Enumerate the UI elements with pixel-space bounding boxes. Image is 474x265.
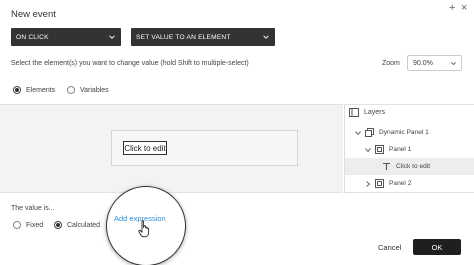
text-icon: [383, 162, 390, 170]
value-is-label: The value is...: [11, 205, 55, 212]
new-event-dialog: New event + × ON CLICK SET VALUE TO AN E…: [0, 0, 474, 265]
cancel-button[interactable]: Cancel: [378, 243, 401, 252]
chevron-down-icon: [109, 35, 115, 39]
layer-label: Click to edit: [396, 163, 431, 170]
event-trigger-value: ON CLICK: [16, 33, 49, 41]
radio-calculated-label: Calculated: [67, 221, 101, 229]
radio-elements[interactable]: Elements: [13, 86, 55, 94]
dialog-title: New event: [11, 9, 56, 20]
layer-label: Panel 2: [389, 180, 412, 187]
ok-button[interactable]: OK: [413, 239, 461, 255]
panel-icon: [375, 179, 384, 188]
zoom-select[interactable]: 90.0%: [407, 55, 462, 71]
layer-item-dynamic-panel-1[interactable]: Dynamic Panel 1: [345, 124, 474, 141]
radio-calculated[interactable]: Calculated: [54, 221, 100, 229]
layer-item-panel-1[interactable]: Panel 1: [345, 141, 474, 158]
zoom-label: Zoom: [382, 60, 400, 67]
radio-selected-icon: [13, 86, 21, 94]
layers-title: Layers: [364, 109, 386, 116]
action-dropdown[interactable]: SET VALUE TO AN ELEMENT: [131, 28, 275, 46]
radio-variables[interactable]: Variables: [67, 86, 109, 94]
radio-unselected-icon: [67, 86, 75, 94]
hand-cursor-icon: [138, 220, 150, 238]
layers-icon: [349, 108, 359, 117]
radio-variables-label: Variables: [80, 86, 109, 94]
layer-label: Dynamic Panel 1: [379, 129, 429, 136]
layer-label: Panel 1: [389, 146, 412, 153]
zoom-value: 90.0%: [413, 59, 433, 67]
chevron-down-icon: [451, 62, 456, 66]
close-icon[interactable]: ×: [461, 3, 467, 14]
event-trigger-dropdown[interactable]: ON CLICK: [11, 28, 121, 46]
selection-instruction: Select the element(s) you want to change…: [11, 60, 249, 67]
chevron-down-icon: [263, 35, 269, 39]
radio-selected-icon: [54, 221, 62, 229]
canvas-text-element[interactable]: Click to edit: [123, 141, 167, 155]
radio-fixed-label: Fixed: [26, 221, 44, 229]
caret-down-icon[interactable]: [354, 129, 362, 137]
layer-item-click-to-edit[interactable]: Click to edit: [345, 158, 474, 175]
caret-down-icon[interactable]: [364, 146, 372, 154]
panel-icon: [375, 145, 384, 154]
action-value: SET VALUE TO AN ELEMENT: [136, 33, 231, 41]
radio-fixed[interactable]: Fixed: [13, 221, 43, 229]
layers-header: Layers: [349, 108, 385, 117]
caret-right-icon[interactable]: [364, 180, 372, 188]
add-icon[interactable]: +: [449, 3, 455, 14]
layer-item-panel-2[interactable]: Panel 2: [345, 175, 474, 192]
radio-elements-label: Elements: [26, 86, 56, 94]
radio-unselected-icon: [13, 221, 21, 229]
dynamic-panel-icon: [365, 128, 374, 137]
